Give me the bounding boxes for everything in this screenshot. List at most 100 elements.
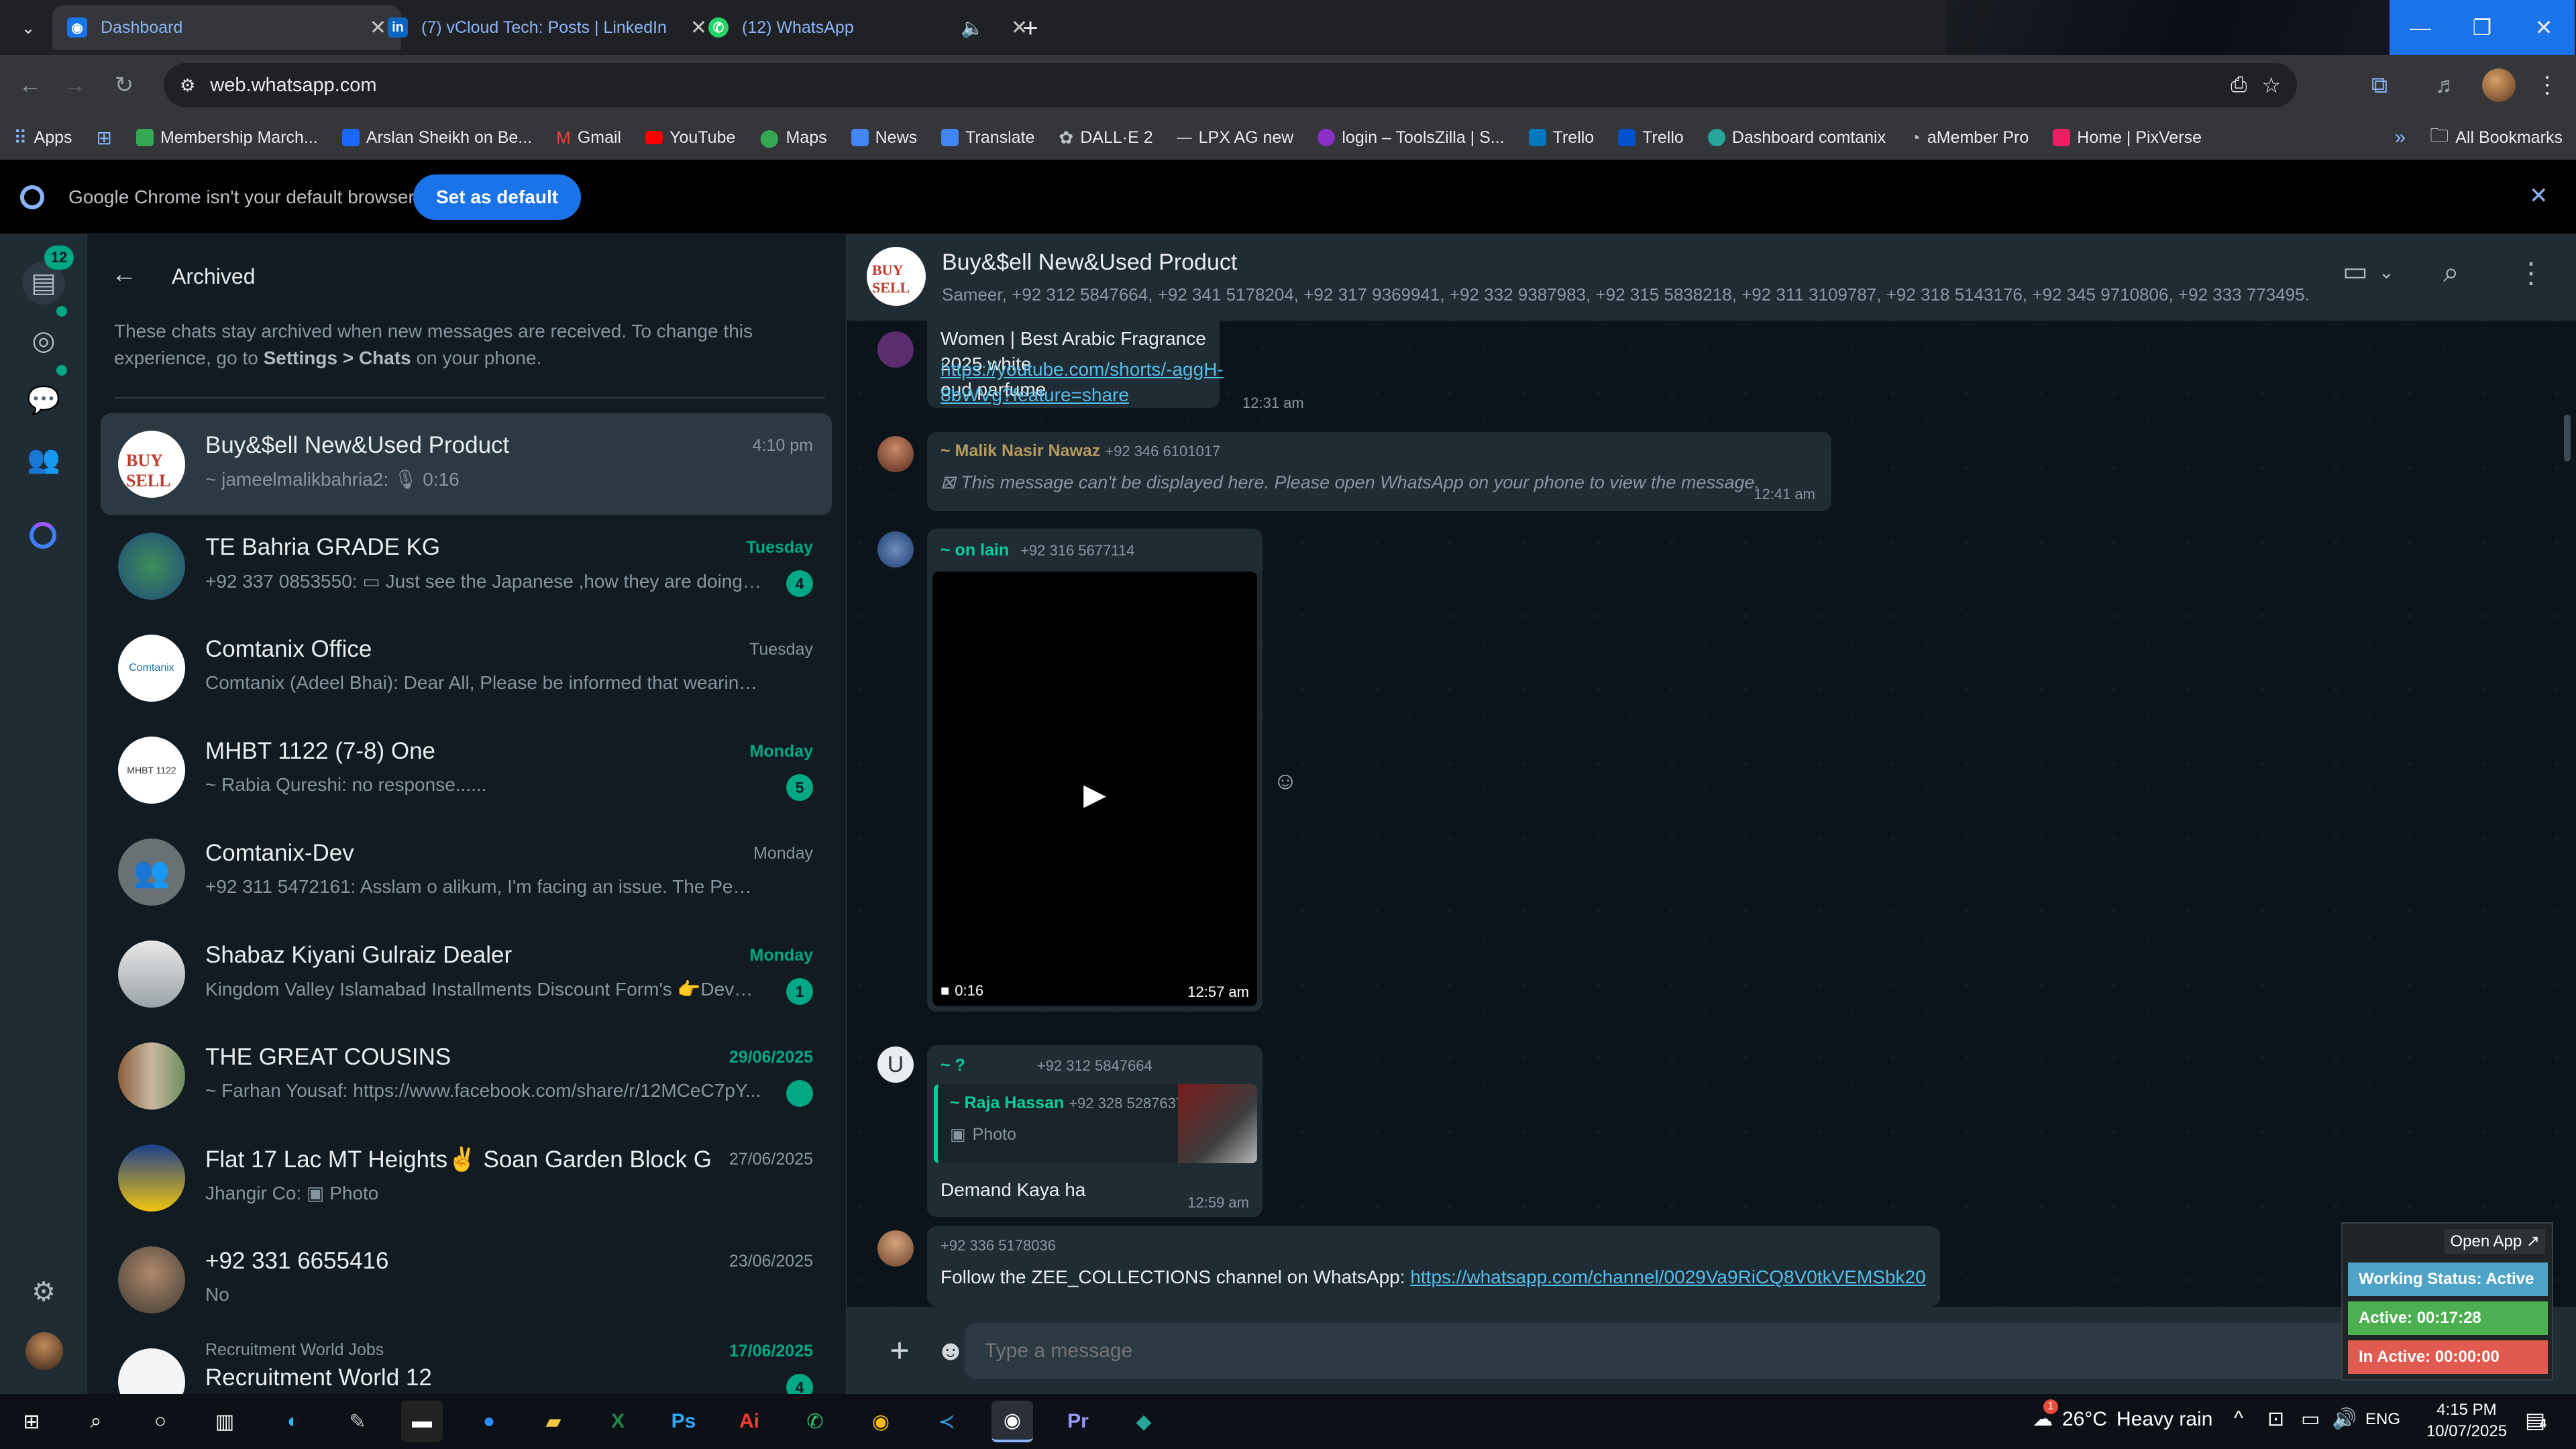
tab-search-icon[interactable]: ⌄ bbox=[13, 13, 43, 43]
youtube-link[interactable]: https://youtube.com/shorts/-aggH- 8bWVg?… bbox=[941, 357, 1224, 408]
video-message-bubble[interactable]: ~ on lain +92 316 5677114 ▶ ■ 0:16 12:57 … bbox=[927, 529, 1263, 1012]
meta-ai-icon[interactable] bbox=[30, 522, 56, 549]
zoom-icon[interactable]: ● bbox=[468, 1401, 510, 1442]
network-icon[interactable]: ▭ bbox=[2301, 1407, 2320, 1431]
chat-row[interactable]: +92 331 6655416 No 23/06/2025 bbox=[101, 1229, 832, 1331]
message-bubble[interactable]: ~ Malik Nasir Nawaz +92 346 6101017 ⊠ Th… bbox=[927, 432, 1831, 511]
bookmark-item[interactable]: Trello bbox=[1528, 128, 1594, 148]
address-bar[interactable]: ⚙ web.whatsapp.com ⎙ ☆ bbox=[164, 63, 2297, 107]
message-bubble[interactable]: ~ ? +92 312 5847664 ~ Raja Hassan +92 32… bbox=[927, 1045, 1263, 1217]
file-explorer-icon[interactable]: ▰ bbox=[533, 1401, 574, 1442]
chrome-menu-icon[interactable]: ⋮ bbox=[2529, 67, 2565, 103]
terminal-icon[interactable]: ▬ bbox=[401, 1401, 443, 1442]
video-thumbnail[interactable]: ▶ ■ 0:16 12:57 am bbox=[932, 572, 1257, 1006]
edge-icon[interactable]: ◐ bbox=[272, 1401, 314, 1442]
chat-row[interactable]: MHBT 1122 MHBT 1122 (7-8) One ~ Rabia Qu… bbox=[101, 719, 832, 821]
extensions-icon[interactable]: ⧉ bbox=[2361, 67, 2398, 103]
message-bubble[interactable]: +92 336 5178036 Follow the ZEE_COLLECTIO… bbox=[927, 1226, 1940, 1307]
all-bookmarks[interactable]: 🗀 All Bookmarks bbox=[2430, 121, 2563, 154]
restore-button[interactable]: ❐ bbox=[2451, 0, 2513, 55]
bookmark-star-icon[interactable]: ☆ bbox=[2261, 72, 2281, 98]
tab-linkedin[interactable]: in (7) vCloud Tech: Posts | LinkedIn ✕ bbox=[373, 5, 722, 50]
minimize-button[interactable]: — bbox=[2390, 0, 2451, 55]
notifications-icon[interactable]: ▤ 4 bbox=[2525, 1407, 2546, 1433]
group-avatar[interactable]: BUY SELL bbox=[867, 247, 926, 306]
show-hidden-icons[interactable]: ^ bbox=[2234, 1407, 2243, 1430]
comtanix-app-icon[interactable]: ◆ bbox=[1123, 1401, 1165, 1442]
bookmark-item[interactable]: News bbox=[851, 128, 917, 148]
channel-link[interactable]: https://whatsapp.com/channel/0029Va9RiCQ… bbox=[1410, 1267, 1925, 1287]
audio-playing-icon[interactable]: 🔈 bbox=[961, 17, 984, 39]
message-input[interactable] bbox=[965, 1323, 2508, 1379]
bookmark-item[interactable]: M Gmail bbox=[556, 127, 621, 148]
play-icon[interactable]: ▶ bbox=[1061, 761, 1128, 828]
weather-widget[interactable]: ☁ 1 26°C Heavy rain bbox=[2033, 1399, 2212, 1431]
excel-icon[interactable]: X bbox=[597, 1401, 639, 1442]
new-tab-button[interactable]: + bbox=[1014, 12, 1046, 44]
bookmark-item[interactable]: ◔ aMember Pro bbox=[1910, 127, 2029, 148]
chat-row[interactable]: Recruitment World Jobs Recruitment World… bbox=[101, 1331, 832, 1394]
settings-gear-icon[interactable]: ⚙ bbox=[22, 1271, 65, 1313]
chat-row[interactable]: THE GREAT COUSINS ~ Farhan Yousaf: https… bbox=[101, 1025, 832, 1127]
forward-button[interactable]: → bbox=[56, 67, 93, 103]
pen-icon[interactable]: ✎ bbox=[337, 1401, 378, 1442]
sender-avatar[interactable] bbox=[877, 436, 914, 472]
bookmark-item[interactable]: — LPX AG new bbox=[1177, 128, 1294, 148]
install-app-icon[interactable]: ⎙ bbox=[2231, 74, 2247, 97]
menu-icon[interactable]: ⋮ bbox=[2517, 256, 2545, 289]
chat-row[interactable]: Comtanix Comtanix Office Comtanix (Adeel… bbox=[101, 617, 832, 719]
bookmark-item[interactable]: Dashboard comtanix bbox=[1707, 128, 1886, 148]
bookmark-item[interactable]: Translate bbox=[941, 128, 1034, 148]
attach-plus-icon[interactable]: + bbox=[880, 1331, 919, 1370]
volume-icon[interactable]: 🔊 bbox=[2332, 1407, 2357, 1431]
bookmark-item[interactable]: login – ToolsZilla | S... bbox=[1318, 128, 1505, 148]
chat-row[interactable]: TE Bahria GRADE KG +92 337 0853550: ▭ Ju… bbox=[101, 515, 832, 617]
reload-button[interactable]: ↻ bbox=[106, 67, 142, 103]
quoted-message[interactable]: ~ Raja Hassan +92 328 5287637 ▣ Photo bbox=[934, 1084, 1257, 1163]
chat-row[interactable]: BUY SELL Buy&$ell New&Used Product ~ jame… bbox=[101, 413, 832, 515]
clock[interactable]: 4:15 PM 10/07/2025 bbox=[2423, 1401, 2510, 1441]
profile-avatar[interactable] bbox=[2482, 68, 2516, 102]
tab-whatsapp[interactable]: ✆ (12) WhatsApp 🔈 ✕ bbox=[694, 5, 1042, 50]
language-indicator[interactable]: ENG bbox=[2365, 1410, 2400, 1429]
meet-now-icon[interactable]: ⊡ bbox=[2267, 1407, 2284, 1431]
back-arrow-icon[interactable]: ← bbox=[111, 260, 137, 289]
bookmark-grid[interactable]: ⊞ bbox=[97, 127, 112, 149]
bookmark-item[interactable]: Membership March... bbox=[136, 128, 318, 148]
tab-dashboard[interactable]: ◉ Dashboard ✕ bbox=[52, 5, 401, 50]
channels-icon[interactable]: 💬 bbox=[22, 378, 65, 421]
search-icon[interactable]: ⌕ bbox=[75, 1401, 117, 1442]
more-bookmarks-icon[interactable]: » bbox=[2395, 126, 2406, 149]
chat-row[interactable]: Flat 17 Lac MT Heights✌ Soan Garden Bloc… bbox=[101, 1127, 832, 1229]
status-icon[interactable]: ◎ bbox=[22, 319, 65, 362]
back-button[interactable]: ← bbox=[12, 67, 48, 103]
profile-avatar[interactable] bbox=[25, 1332, 63, 1370]
close-banner-icon[interactable]: ✕ bbox=[2529, 182, 2548, 209]
chat-scrollbar[interactable] bbox=[2564, 415, 2571, 462]
bookmark-item[interactable]: YouTube bbox=[645, 128, 735, 148]
vscode-icon[interactable]: ≺ bbox=[926, 1401, 967, 1442]
sender-avatar[interactable] bbox=[877, 331, 914, 368]
bookmark-item[interactable]: Trello bbox=[1618, 128, 1684, 148]
chrome-active-icon[interactable]: ◉ bbox=[991, 1401, 1033, 1442]
cortana-icon[interactable]: ○ bbox=[140, 1401, 181, 1442]
photoshop-icon[interactable]: Ps bbox=[663, 1401, 704, 1442]
start-windows-icon[interactable]: ⊞ bbox=[11, 1401, 52, 1442]
video-call-button[interactable]: ▭ ⌄ bbox=[2343, 256, 2394, 287]
site-info-icon[interactable]: ⚙ bbox=[180, 75, 195, 96]
bookmark-apps[interactable]: ⠿ Apps bbox=[13, 127, 72, 149]
phone-app-icon[interactable]: ✆ bbox=[794, 1401, 836, 1442]
bookmark-item[interactable]: ⬤ Maps bbox=[759, 127, 826, 148]
sender-avatar[interactable]: U bbox=[877, 1046, 914, 1083]
illustrator-icon[interactable]: Ai bbox=[729, 1401, 770, 1442]
sender-avatar[interactable] bbox=[877, 1230, 914, 1267]
bookmark-item[interactable]: Arslan Sheikh on Be... bbox=[341, 128, 532, 148]
communities-icon[interactable]: 👥 bbox=[22, 437, 65, 480]
set-as-default-button[interactable]: Set as default bbox=[413, 174, 582, 220]
close-window-button[interactable]: ✕ bbox=[2513, 0, 2575, 55]
bookmark-item[interactable]: Home | PixVerse bbox=[2053, 128, 2202, 148]
chrome-icon[interactable]: ◉ bbox=[860, 1401, 902, 1442]
open-app-button[interactable]: Open App ↗ bbox=[2445, 1229, 2545, 1254]
bookmark-item[interactable]: ✿ DALL·E 2 bbox=[1059, 127, 1152, 148]
search-icon[interactable]: ⌕ bbox=[2443, 256, 2459, 289]
